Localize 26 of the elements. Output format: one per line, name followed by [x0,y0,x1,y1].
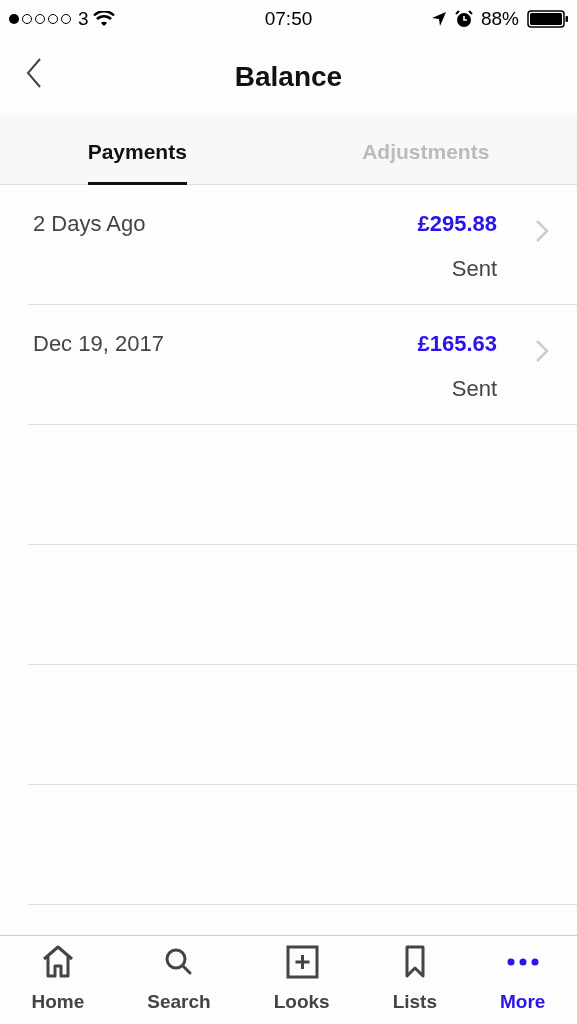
back-chevron-icon [26,58,42,88]
payment-amount: £165.63 [417,330,497,358]
tab-bar-item[interactable]: Looks [269,936,334,1017]
payment-amount: £295.88 [417,210,497,238]
payment-status: Sent [451,255,497,283]
tab-bar-item[interactable]: Lists [388,936,442,1017]
battery-percentage: 88% [480,6,519,31]
clock-time: 07:50 [264,6,313,31]
payment-row[interactable]: 2 Days Ago £295.88 Sent [28,185,577,305]
location-arrow-icon [430,11,447,27]
payment-date: Dec 19, 2017 [33,330,165,358]
payment-row[interactable]: Dec 19, 2017 £165.63 Sent [28,305,577,425]
alarm-clock-icon [454,10,473,28]
chevron-right-icon [535,339,549,363]
tab[interactable]: Payments [87,115,187,185]
page-title: Balance [234,59,343,94]
tab-bar-item[interactable]: More [496,936,550,1017]
tab-bar-item[interactable]: Home [27,936,89,1017]
battery-icon [527,10,569,28]
tab-bar-item[interactable]: Search [143,936,215,1017]
wifi-icon [92,11,115,27]
payment-date: 2 Days Ago [33,210,147,238]
chevron-right-icon [535,219,549,243]
payment-status: Sent [451,375,497,403]
signal-icon [8,13,74,25]
carrier-name: 3 [78,6,89,31]
